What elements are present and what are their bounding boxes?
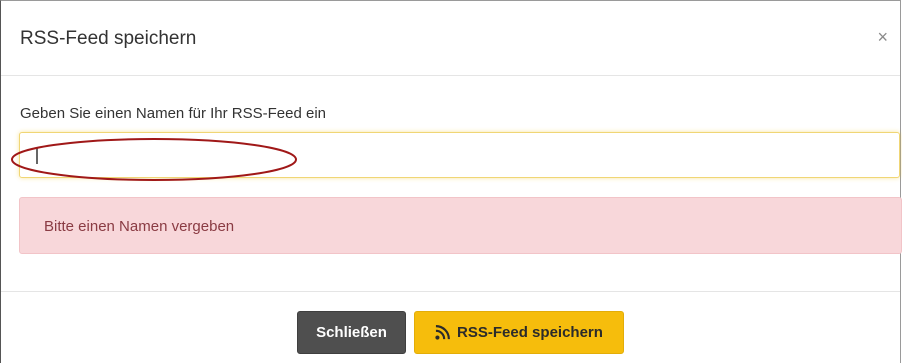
alert-message: Bitte einen Namen vergeben: [44, 218, 235, 235]
close-button-label: Schließen: [316, 324, 387, 341]
rss-save-modal: RSS-Feed speichern × Geben Sie einen Nam…: [0, 0, 902, 363]
text-caret: [36, 147, 38, 164]
modal-header: RSS-Feed speichern ×: [1, 1, 900, 76]
save-rss-feed-button[interactable]: RSS-Feed speichern: [414, 311, 624, 354]
error-alert: Bitte einen Namen vergeben: [19, 197, 902, 254]
save-button-label: RSS-Feed speichern: [457, 324, 603, 341]
close-button[interactable]: Schließen: [297, 311, 406, 354]
feed-name-input[interactable]: [20, 133, 899, 177]
footer-divider: [1, 291, 900, 292]
rss-icon: [435, 325, 450, 340]
close-icon[interactable]: ×: [877, 28, 888, 46]
name-field-label: Geben Sie einen Namen für Ihr RSS-Feed e…: [20, 105, 326, 122]
modal-title: RSS-Feed speichern: [20, 28, 197, 49]
name-input-wrapper[interactable]: [19, 132, 900, 178]
